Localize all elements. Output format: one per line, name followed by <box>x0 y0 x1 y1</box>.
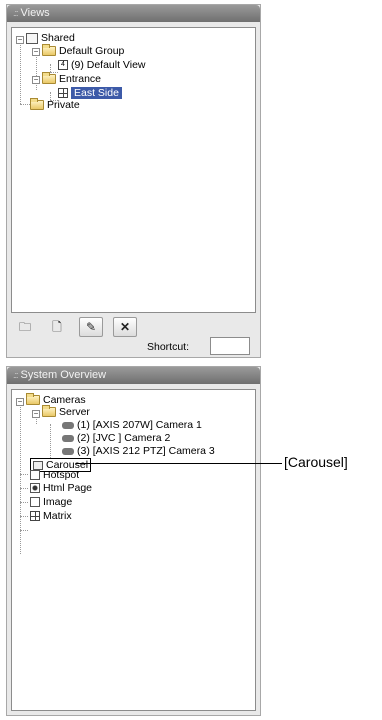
tree-node-entrance[interactable]: Entrance <box>42 72 101 86</box>
system-overview-panel: .:: System Overview − Cameras − Server (1… <box>6 366 261 716</box>
collapse-toggle[interactable]: − <box>16 36 24 44</box>
new-folder-button[interactable]: 🗀 <box>13 318 37 338</box>
grip-icon: .:: <box>13 370 18 380</box>
tree-node-image[interactable]: Image <box>30 495 72 509</box>
camera-icon <box>62 447 74 455</box>
tree-node-server[interactable]: Server <box>42 405 90 419</box>
folder-icon <box>42 44 56 57</box>
collapse-toggle[interactable]: − <box>32 48 40 56</box>
folder-icon <box>30 98 44 111</box>
callout-line <box>76 463 282 464</box>
carousel-icon <box>33 460 43 470</box>
edit-button[interactable]: ✎ <box>79 317 103 337</box>
camera-icon <box>62 434 74 442</box>
tree-node-html-page[interactable]: Html Page <box>30 481 92 495</box>
tree-node-default-group[interactable]: Default Group <box>42 44 124 58</box>
shared-views-icon <box>26 32 38 44</box>
delete-button[interactable]: ✕ <box>113 317 137 337</box>
collapse-toggle[interactable]: − <box>32 76 40 84</box>
tree-node-matrix[interactable]: Matrix <box>30 509 72 523</box>
collapse-toggle[interactable]: − <box>16 398 24 406</box>
tree-node-private[interactable]: Private <box>30 98 80 112</box>
image-icon <box>30 497 40 508</box>
new-view-icon: 🗋 <box>52 320 62 334</box>
html-page-icon <box>30 483 40 494</box>
tree-node-camera-2[interactable]: (2) [JVC ] Camera 2 <box>62 431 170 445</box>
views-tree: − Shared − Default Group 4 (9) Default Vi… <box>11 27 256 313</box>
views-panel: .:: Views − Shared − Default Group 4 (9) D… <box>6 4 261 358</box>
grid-view-icon <box>58 88 68 99</box>
pencil-icon: ✎ <box>85 320 97 334</box>
carousel-callout-label: [Carousel] <box>284 454 348 470</box>
view-icon: 4 <box>58 60 68 71</box>
folder-icon <box>42 72 56 85</box>
matrix-icon <box>30 511 40 522</box>
close-icon: ✕ <box>119 320 131 334</box>
shortcut-label: Shortcut: <box>147 341 190 353</box>
views-panel-title: Views <box>20 7 50 19</box>
new-folder-icon: 🗀 <box>18 320 31 334</box>
system-tree: − Cameras − Server (1) [AXIS 207W] Camer… <box>11 389 256 711</box>
tree-node-camera-1[interactable]: (1) [AXIS 207W] Camera 1 <box>62 418 202 432</box>
tree-node-shared[interactable]: Shared <box>26 31 75 45</box>
tree-node-camera-3[interactable]: (3) [AXIS 212 PTZ] Camera 3 <box>62 444 215 458</box>
tree-node-hotspot[interactable]: Hotspot <box>30 470 79 480</box>
system-overview-title: System Overview <box>20 369 107 381</box>
grip-icon: .:: <box>13 8 18 18</box>
views-panel-header: .:: Views <box>7 5 260 22</box>
folder-icon <box>42 405 56 418</box>
system-overview-header: .:: System Overview <box>7 367 260 384</box>
collapse-toggle[interactable]: − <box>32 410 40 418</box>
camera-icon <box>62 421 74 429</box>
tree-node-default-view[interactable]: 4 (9) Default View <box>58 58 146 72</box>
hotspot-icon <box>30 470 40 480</box>
new-view-button[interactable]: 🗋 <box>45 318 69 338</box>
folder-icon <box>26 393 40 406</box>
shortcut-input[interactable] <box>210 337 250 355</box>
